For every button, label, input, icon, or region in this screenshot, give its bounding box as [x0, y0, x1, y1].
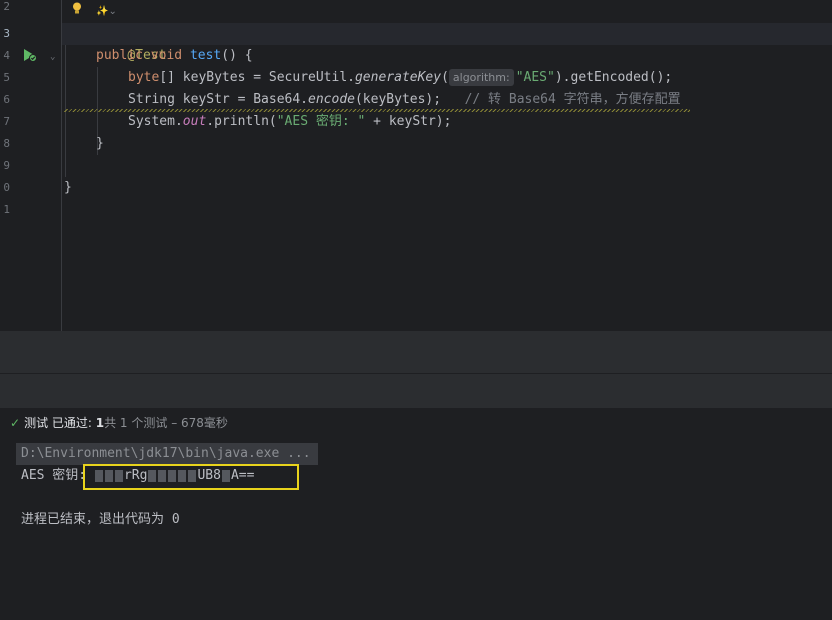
- code-text: () {: [221, 48, 253, 63]
- code-text: String keyStr = Base64.: [128, 92, 309, 107]
- keyword: void: [150, 48, 183, 63]
- code-closing-brace: }: [64, 180, 72, 195]
- line-number: 0: [3, 181, 10, 194]
- line-number: 5: [3, 71, 10, 84]
- parameter-hint: algorithm:: [448, 69, 514, 86]
- code-line-keybytes: byte[] keyBytes = SecureUtil.generateKey…: [128, 67, 672, 89]
- output-prefix: AES 密钥:: [21, 468, 87, 483]
- code-line-method: public void test() {: [96, 45, 253, 67]
- code-closing-brace: }: [96, 136, 104, 151]
- test-status: ✓ 测试 已通过: 1共 1 个测试 – 678毫秒: [10, 414, 228, 431]
- ai-assistant-icon[interactable]: ✨⌄: [96, 6, 117, 17]
- code-text: [] keyBytes = SecureUtil.: [159, 70, 355, 85]
- code-line-println: System.out.println("AES 密钥: " + keyStr);: [128, 111, 451, 133]
- static-field: out: [182, 114, 207, 129]
- keyword: byte: [128, 70, 160, 85]
- test-status-label: 测试 已通过:: [24, 416, 92, 430]
- code-text: (keyBytes);: [354, 92, 442, 107]
- code-editor[interactable]: 2 3 4 5 6 7 8 9 0 1 ✨⌄ ⌄ @Test public vo…: [0, 0, 832, 331]
- line-number: 3: [3, 27, 10, 40]
- code-comment: // 转 Base64 字符串，方便存配置: [464, 92, 681, 107]
- keyword: public: [96, 48, 143, 63]
- tool-window-header: [0, 331, 832, 373]
- lightbulb-icon[interactable]: [72, 2, 82, 14]
- string-literal: "AES": [515, 70, 555, 85]
- line-number: 4: [3, 49, 10, 62]
- code-text: ).getEncoded();: [554, 70, 673, 85]
- code-text: .println(: [206, 114, 277, 129]
- code-text: + keyStr);: [365, 114, 452, 129]
- string-literal: "AES 密钥: ": [276, 114, 366, 129]
- key-highlight-box: [83, 464, 299, 490]
- line-number: 7: [3, 115, 10, 128]
- current-line-highlight: [62, 23, 832, 45]
- line-number: 8: [3, 137, 10, 150]
- line-number: 9: [3, 159, 10, 172]
- test-total-summary: 共 1 个测试 – 678毫秒: [104, 416, 228, 430]
- code-line-annotation: @Test: [96, 23, 166, 63]
- java-command[interactable]: D:\Environment\jdk17\bin\java.exe ...: [21, 443, 311, 465]
- run-test-passed-icon[interactable]: [22, 48, 38, 62]
- fold-chevron-icon[interactable]: ⌄: [50, 52, 55, 62]
- tool-window-toolbar: [0, 374, 832, 408]
- line-number: 2: [3, 0, 10, 13]
- line-number: 6: [3, 93, 10, 106]
- code-text: (: [441, 70, 449, 85]
- gutter-divider: [61, 0, 62, 331]
- method-call: generateKey: [354, 70, 442, 85]
- code-text: System.: [128, 114, 183, 129]
- test-passed-check-icon: ✓: [10, 416, 21, 430]
- code-line-keystr: String keyStr = Base64.encode(keyBytes);…: [128, 89, 681, 111]
- test-passed-count: 1: [95, 416, 105, 430]
- line-number: 1: [3, 203, 10, 216]
- method-name: test: [189, 48, 222, 63]
- exit-message: 进程已结束，退出代码为 0: [21, 512, 180, 527]
- method-call: encode: [308, 92, 355, 107]
